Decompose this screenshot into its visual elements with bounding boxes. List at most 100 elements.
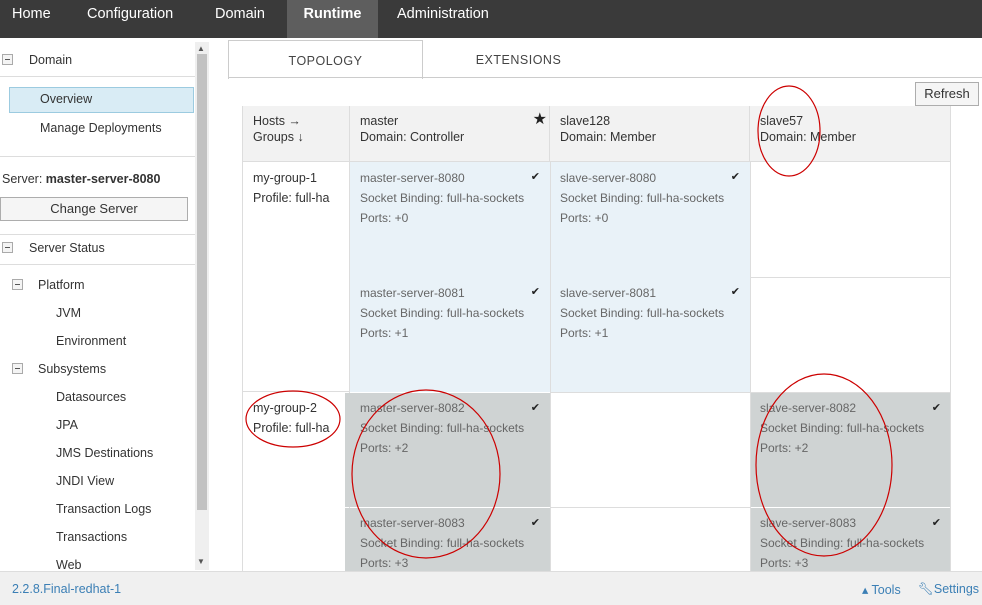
host-name: master <box>360 114 399 128</box>
host-header-slave128: slave128 Domain: Member <box>550 106 750 162</box>
sidebar-server-status-heading: Server Status <box>29 241 105 255</box>
group-name: my-group-2 <box>253 401 317 415</box>
server-ports: Ports: +2 <box>760 441 809 455</box>
sidebar-item-jvm[interactable]: JVM <box>56 306 81 320</box>
running-check-icon: ✔ <box>530 171 540 183</box>
tools-link[interactable]: ▴ Tools <box>862 582 901 597</box>
host-name: slave128 <box>560 114 611 128</box>
server-socket-binding: Socket Binding: full-ha-sockets <box>360 306 525 320</box>
server-ports: Ports: +1 <box>360 326 409 340</box>
nav-administration[interactable]: Administration <box>385 0 501 38</box>
collapse-domain-icon[interactable] <box>2 54 13 65</box>
host-name: slave57 <box>760 114 804 128</box>
server-card-master-server-8083[interactable]: master-server-8083 Socket Binding: full-… <box>345 508 550 571</box>
server-name: slave-server-8083 <box>760 516 857 530</box>
sidebar-scrollbar-thumb[interactable] <box>197 54 207 510</box>
version-link[interactable]: 2.2.8.Final-redhat-1 <box>12 582 121 596</box>
host-role: Domain: Member <box>760 130 856 144</box>
corner-groups-label: Groups ↓ <box>253 130 304 144</box>
scroll-up-icon[interactable]: ▲ <box>197 44 205 53</box>
server-ports: Ports: +3 <box>760 556 809 570</box>
settings-link[interactable]: 🔧︎Settings <box>918 582 979 597</box>
sidebar-item-transaction-logs[interactable]: Transaction Logs <box>56 502 151 516</box>
server-name: master-server-8080 <box>45 172 161 186</box>
footer: 2.2.8.Final-redhat-1 ▴ Tools 🔧︎Settings <box>0 571 982 605</box>
sidebar-item-overview[interactable] <box>9 87 194 113</box>
server-name: slave-server-8080 <box>560 171 657 185</box>
sidebar-item-overview-label[interactable]: Overview <box>40 92 92 106</box>
settings-label: Settings <box>933 582 980 596</box>
collapse-subsystems-icon[interactable] <box>12 363 23 374</box>
server-ports: Ports: +3 <box>360 556 409 570</box>
sidebar-item-web[interactable]: Web <box>56 558 81 571</box>
server-name: slave-server-8081 <box>560 286 657 300</box>
tab-divider <box>228 77 982 78</box>
sidebar: Domain Overview Manage Deployments Serve… <box>0 38 211 571</box>
running-check-icon: ✔ <box>530 517 540 529</box>
tab-topology[interactable]: TOPOLOGY <box>228 40 423 79</box>
group-profile: Profile: full-ha <box>253 191 330 205</box>
server-card-slave-server-8081[interactable]: slave-server-8081 Socket Binding: full-h… <box>550 277 750 392</box>
server-socket-binding: Socket Binding: full-ha-sockets <box>760 536 925 550</box>
refresh-button[interactable]: Refresh <box>915 82 979 106</box>
scroll-down-icon[interactable]: ▼ <box>197 557 205 566</box>
running-check-icon: ✔ <box>931 402 941 414</box>
running-check-icon: ✔ <box>730 171 740 183</box>
grid-corner-header: Hosts → Groups ↓ <box>243 106 350 162</box>
server-socket-binding: Socket Binding: full-ha-sockets <box>560 306 725 320</box>
sidebar-item-datasources[interactable]: Datasources <box>56 390 126 404</box>
host-header-slave57: slave57 Domain: Member <box>750 106 951 162</box>
sidebar-item-platform[interactable]: Platform <box>38 278 85 292</box>
wrench-icon: 🔧︎ <box>918 582 934 596</box>
sidebar-item-jndi-view[interactable]: JNDI View <box>56 474 114 488</box>
server-name: master-server-8081 <box>360 286 465 300</box>
running-check-icon: ✔ <box>530 402 540 414</box>
sidebar-item-subsystems[interactable]: Subsystems <box>38 362 106 376</box>
host-role: Domain: Controller <box>360 130 465 144</box>
running-check-icon: ✔ <box>530 286 540 298</box>
nav-home[interactable]: Home <box>0 0 63 38</box>
nav-runtime[interactable]: Runtime <box>287 0 378 38</box>
server-socket-binding: Socket Binding: full-ha-sockets <box>360 421 525 435</box>
running-check-icon: ✔ <box>931 517 941 529</box>
host-header-master: master Domain: Controller ★ <box>350 106 550 162</box>
server-name: master-server-8082 <box>360 401 465 415</box>
group-cell-my-group-1: my-group-1 Profile: full-ha <box>243 162 350 392</box>
server-socket-binding: Socket Binding: full-ha-sockets <box>360 191 525 205</box>
server-name: master-server-8083 <box>360 516 465 530</box>
collapse-platform-icon[interactable] <box>12 279 23 290</box>
collapse-server-status-icon[interactable] <box>2 242 13 253</box>
server-ports: Ports: +2 <box>360 441 409 455</box>
server-card-slave-server-8080[interactable]: slave-server-8080 Socket Binding: full-h… <box>550 162 750 277</box>
sidebar-item-transactions[interactable]: Transactions <box>56 530 127 544</box>
server-ports: Ports: +0 <box>560 211 609 225</box>
group-name: my-group-1 <box>253 171 317 185</box>
nav-domain[interactable]: Domain <box>203 0 277 38</box>
server-name: master-server-8080 <box>360 171 465 185</box>
sidebar-item-jpa[interactable]: JPA <box>56 418 78 432</box>
change-server-button[interactable]: Change Server <box>0 197 188 221</box>
server-ports: Ports: +1 <box>560 326 609 340</box>
server-label: Server: master-server-8080 <box>2 172 160 186</box>
server-card-master-server-8080[interactable]: master-server-8080 Socket Binding: full-… <box>350 162 550 277</box>
corner-hosts-label: Hosts → <box>253 114 301 128</box>
sidebar-item-environment[interactable]: Environment <box>56 334 126 348</box>
server-card-master-server-8082[interactable]: master-server-8082 Socket Binding: full-… <box>345 393 550 507</box>
server-ports: Ports: +0 <box>360 211 409 225</box>
server-socket-binding: Socket Binding: full-ha-sockets <box>560 191 725 205</box>
running-check-icon: ✔ <box>730 286 740 298</box>
server-card-slave-server-8083[interactable]: slave-server-8083 Socket Binding: full-h… <box>750 508 951 571</box>
server-card-master-server-8081[interactable]: master-server-8081 Socket Binding: full-… <box>350 277 550 392</box>
group-profile: Profile: full-ha <box>253 421 330 435</box>
star-icon: ★ <box>532 111 547 128</box>
host-role: Domain: Member <box>560 130 656 144</box>
nav-configuration[interactable]: Configuration <box>75 0 185 38</box>
tab-extensions[interactable]: EXTENSIONS <box>421 40 616 78</box>
top-navigation: Home Configuration Domain Runtime Admini… <box>0 0 982 38</box>
group-cell-my-group-2: my-group-2 Profile: full-ha <box>243 392 350 571</box>
sidebar-item-manage-deployments[interactable]: Manage Deployments <box>40 121 162 135</box>
server-socket-binding: Socket Binding: full-ha-sockets <box>360 536 525 550</box>
sidebar-item-jms-destinations[interactable]: JMS Destinations <box>56 446 153 460</box>
topology-grid: Hosts → Groups ↓ master Domain: Controll… <box>242 106 951 571</box>
server-card-slave-server-8082[interactable]: slave-server-8082 Socket Binding: full-h… <box>750 393 951 507</box>
